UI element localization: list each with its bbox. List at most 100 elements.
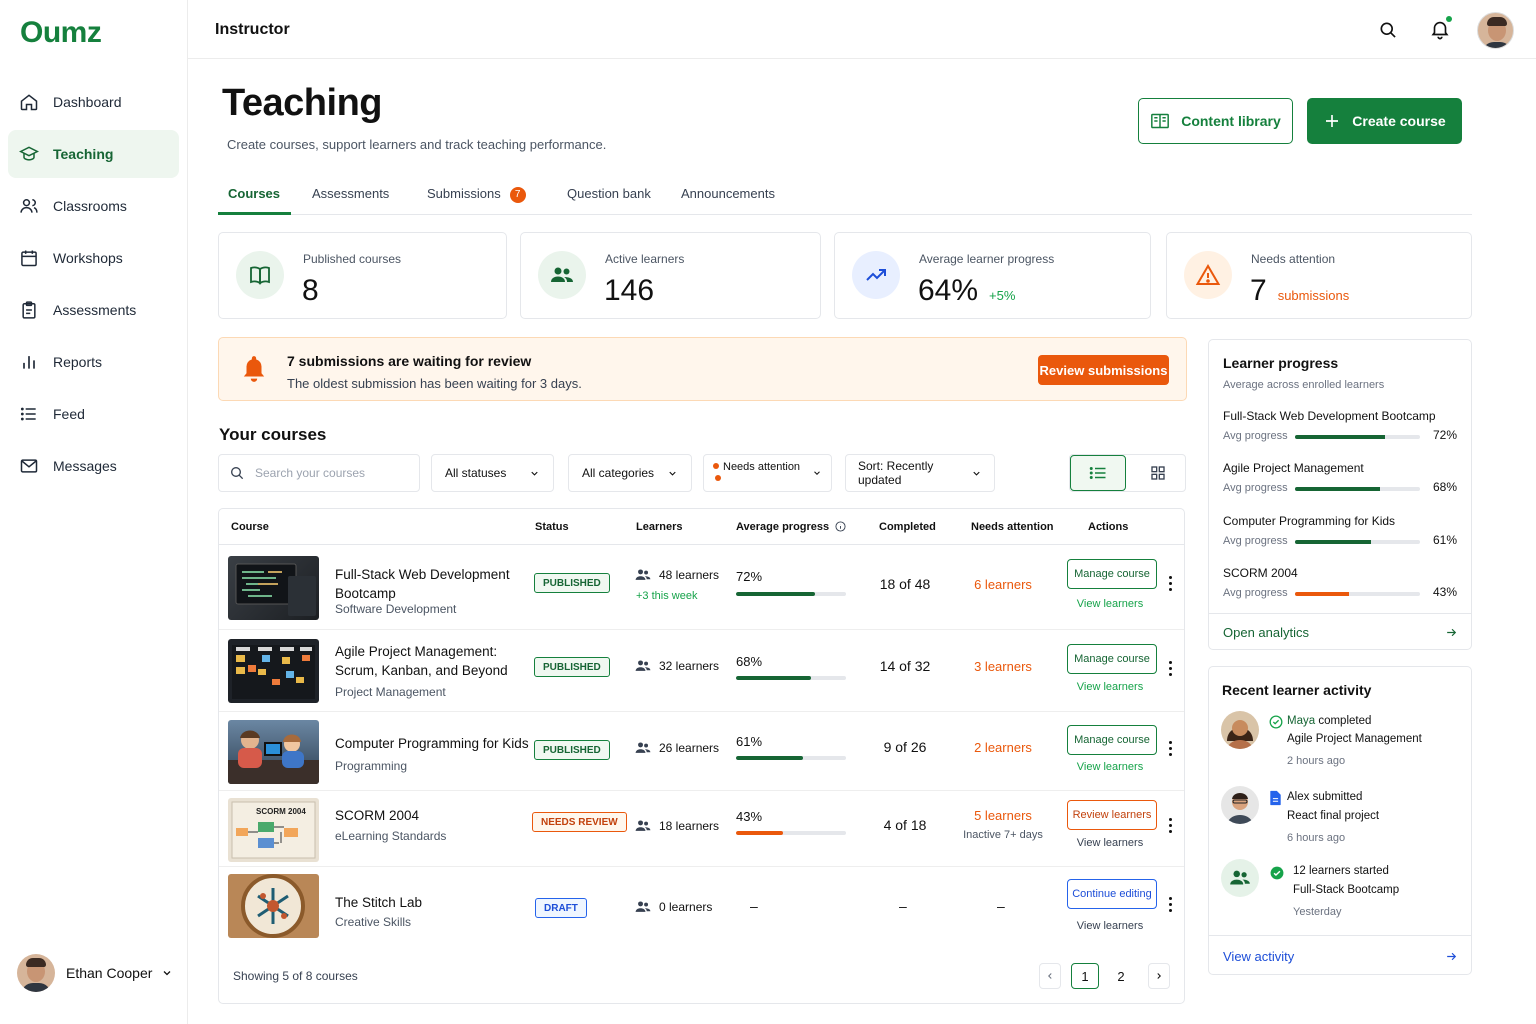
sort-dropdown[interactable]: Sort: Recently updated (845, 454, 995, 492)
panel-subtitle: Average across enrolled learners (1223, 379, 1385, 391)
chevron-down-icon (161, 967, 173, 979)
manage-course-button[interactable]: Manage course (1067, 644, 1157, 674)
continue-editing-button[interactable]: Continue editing (1067, 879, 1157, 909)
avg-progress-label: Avg progress (1223, 430, 1288, 442)
needs-attention-count[interactable]: 5 learners (957, 808, 1049, 823)
status-badge: PUBLISHED (534, 740, 610, 760)
activity-object[interactable]: Agile Project Management (1287, 733, 1422, 745)
more-options-icon[interactable] (1169, 576, 1173, 594)
info-icon[interactable] (835, 521, 846, 532)
sidebar-item-dashboard[interactable]: Dashboard (8, 78, 179, 126)
status-badge: DRAFT (535, 898, 587, 918)
calendar-icon (19, 248, 39, 268)
course-name[interactable]: Agile Project Management: Scrum, Kanban,… (335, 642, 530, 680)
sidebar-item-reports[interactable]: Reports (8, 338, 179, 386)
review-submissions-button[interactable]: Review submissions (1038, 355, 1169, 385)
document-icon (1269, 790, 1282, 806)
tab-announcements[interactable]: Announcements (681, 186, 775, 201)
view-learners-link[interactable]: View learners (1067, 598, 1153, 610)
page-button[interactable]: 2 (1107, 963, 1135, 989)
tab-submissions[interactable]: Submissions 7 (427, 186, 526, 203)
needs-attention-count[interactable]: 2 learners (957, 740, 1049, 755)
open-analytics-link[interactable]: Open analytics (1223, 625, 1309, 640)
chevron-down-icon (529, 468, 540, 479)
sidebar-item-teaching[interactable]: Teaching (8, 130, 179, 178)
next-page-button[interactable] (1148, 963, 1170, 989)
sidebar-item-messages[interactable]: Messages (8, 442, 179, 490)
table-row[interactable]: Full-Stack Web Development Bootcamp Soft… (219, 545, 1184, 630)
tab-assessments[interactable]: Assessments (312, 186, 389, 201)
view-learners-link[interactable]: View learners (1067, 920, 1153, 932)
activity-object[interactable]: Full-Stack Bootcamp (1293, 884, 1399, 896)
page-button[interactable]: 1 (1071, 963, 1099, 989)
course-name[interactable]: SCORM 2004 (335, 806, 530, 825)
more-options-icon[interactable] (1169, 741, 1173, 759)
users-icon (635, 819, 659, 833)
search-input[interactable] (255, 466, 405, 480)
table-row[interactable]: Computer Programming for Kids Programmin… (219, 712, 1184, 791)
view-activity-link[interactable]: View activity (1223, 949, 1294, 964)
content-library-button[interactable]: Content library (1138, 98, 1293, 144)
tab-question-bank[interactable]: Question bank (567, 186, 651, 201)
attention-filter-dropdown[interactable]: Needs attention (703, 454, 832, 492)
stat-suffix[interactable]: submissions (1278, 288, 1350, 303)
needs-attention-count: – (997, 898, 1005, 914)
search-icon[interactable] (1378, 20, 1398, 40)
more-options-icon[interactable] (1169, 661, 1173, 679)
table-row[interactable]: The Stitch Lab Creative Skills DRAFT 0 l… (219, 867, 1184, 947)
chevron-down-icon (812, 468, 822, 478)
stat-value: 146 (604, 274, 655, 307)
completed-count: 9 of 26 (883, 739, 927, 755)
column-header: Needs attention (971, 521, 1054, 533)
stat-card-attention: Needs attention 7 submissions (1166, 232, 1472, 319)
sidebar-item-feed[interactable]: Feed (8, 390, 179, 438)
more-options-icon[interactable] (1169, 818, 1173, 836)
progress-course-name: Computer Programming for Kids (1223, 514, 1396, 528)
category-filter-dropdown[interactable]: All categories (568, 454, 692, 492)
course-name[interactable]: Full-Stack Web Development Bootcamp (335, 565, 530, 603)
more-options-icon[interactable] (1169, 897, 1173, 915)
table-row[interactable]: SCORM 2004 SCORM 2004 eLearning Standard… (219, 791, 1184, 867)
course-thumbnail: SCORM 2004 (228, 798, 319, 862)
activity-time: 2 hours ago (1287, 755, 1346, 767)
avatar (1221, 786, 1259, 824)
review-learners-button[interactable]: Review learners (1067, 800, 1157, 830)
status-filter-dropdown[interactable]: All statuses (431, 454, 554, 492)
tab-courses[interactable]: Courses (228, 186, 280, 201)
previous-page-button[interactable] (1039, 963, 1061, 989)
avatar[interactable] (1477, 12, 1514, 49)
create-course-button[interactable]: Create course (1307, 98, 1462, 144)
check-circle-icon (1269, 715, 1283, 729)
column-header: Status (535, 521, 569, 533)
sidebar-nav: Dashboard Teaching Classrooms Workshops … (8, 78, 179, 494)
sidebar-item-label: Classrooms (53, 198, 127, 214)
table-row[interactable]: Agile Project Management: Scrum, Kanban,… (219, 630, 1184, 712)
arrow-right-icon[interactable] (1445, 950, 1458, 963)
manage-course-button[interactable]: Manage course (1067, 559, 1157, 589)
sidebar-item-classrooms[interactable]: Classrooms (8, 182, 179, 230)
grid-view-button[interactable] (1130, 455, 1186, 491)
sidebar-item-workshops[interactable]: Workshops (8, 234, 179, 282)
progress-value: 68% (1433, 480, 1458, 494)
users-icon (635, 659, 659, 673)
progress-value: 61% (736, 734, 763, 749)
course-name[interactable]: Computer Programming for Kids (335, 734, 530, 753)
needs-attention-count[interactable]: 3 learners (957, 659, 1049, 674)
sidebar-item-label: Assessments (53, 302, 137, 318)
arrow-right-icon[interactable] (1445, 626, 1458, 639)
activity-object[interactable]: React final project (1287, 810, 1379, 822)
needs-attention-count[interactable]: 6 learners (957, 577, 1049, 592)
list-view-button[interactable] (1070, 455, 1126, 491)
view-learners-link[interactable]: View learners (1067, 837, 1153, 849)
course-name[interactable]: The Stitch Lab (335, 893, 530, 912)
status-dot (715, 475, 721, 481)
sidebar-item-assessments[interactable]: Assessments (8, 286, 179, 334)
app-logo[interactable]: Oumz (20, 16, 102, 50)
stat-value: 8 (302, 274, 319, 307)
manage-course-button[interactable]: Manage course (1067, 725, 1157, 755)
user-menu[interactable]: Ethan Cooper (17, 954, 173, 992)
view-learners-link[interactable]: View learners (1067, 681, 1153, 693)
view-learners-link[interactable]: View learners (1067, 761, 1153, 773)
progress-value: 72% (1433, 428, 1458, 442)
graduation-cap-icon (19, 144, 39, 164)
